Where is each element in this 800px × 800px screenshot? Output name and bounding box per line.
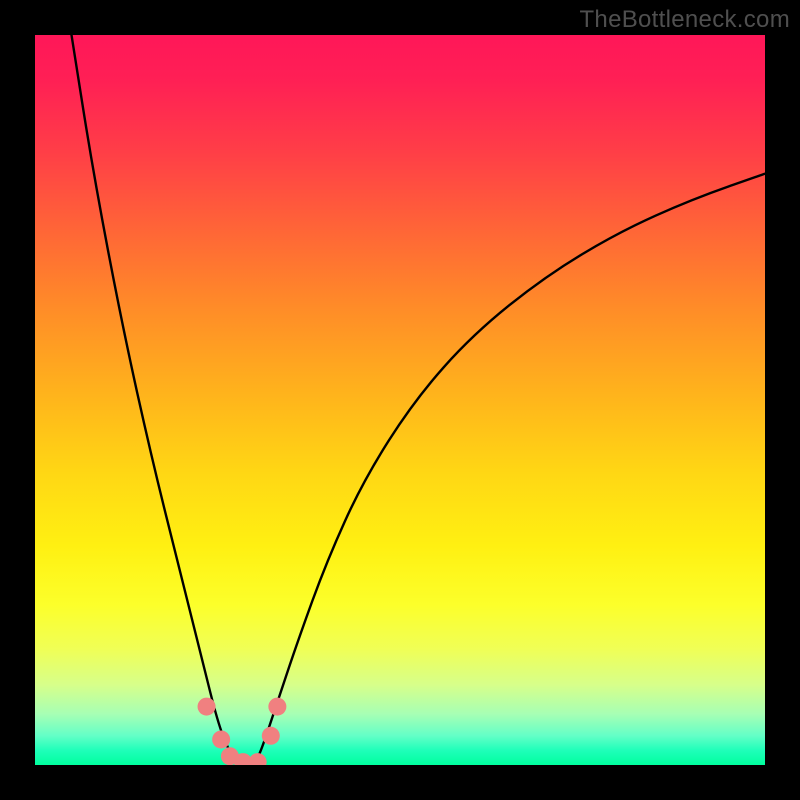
curve-markers [198,698,287,765]
curve-marker [268,698,286,716]
watermark-text: TheBottleneck.com [579,6,790,34]
curve-marker [262,727,280,745]
plot-area [35,35,765,765]
curve-layer [35,35,765,765]
curve-marker [249,753,267,765]
curve-marker [198,698,216,716]
bottleneck-curve [72,35,766,765]
chart-frame: TheBottleneck.com [0,0,800,800]
curve-marker [212,730,230,748]
